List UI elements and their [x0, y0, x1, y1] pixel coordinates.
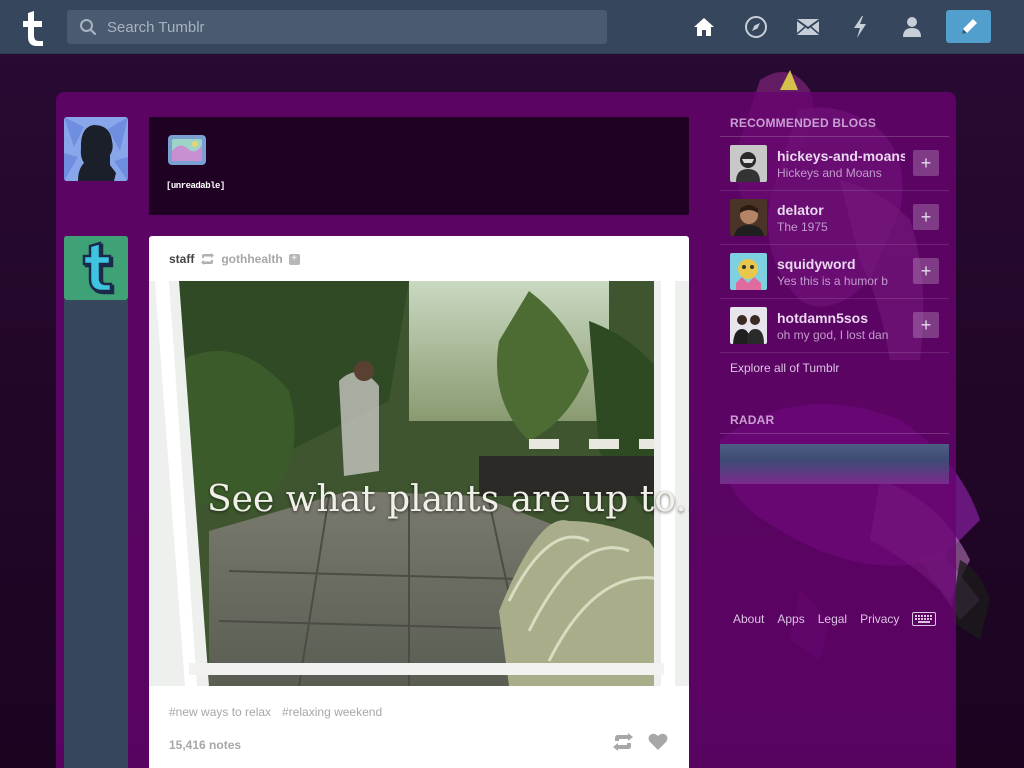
- footer-apps-link[interactable]: Apps: [777, 612, 804, 626]
- explore-compass-icon[interactable]: [730, 0, 782, 54]
- recommended-blog-item[interactable]: delator The 1975 +: [720, 191, 949, 245]
- blog-avatar[interactable]: [730, 307, 767, 344]
- staff-avatar[interactable]: [64, 236, 128, 300]
- follow-button[interactable]: +: [913, 150, 939, 176]
- top-navbar: [0, 0, 1024, 54]
- blog-name[interactable]: hickeys-and-moans: [777, 148, 905, 164]
- post-tags: #new ways to relax #relaxing weekend: [169, 705, 382, 719]
- sidebar: RECOMMENDED BLOGS hickeys-and-moans Hick…: [720, 110, 949, 484]
- recommended-blogs-list: hickeys-and-moans Hickeys and Moans + de…: [720, 137, 949, 353]
- tag-link[interactable]: #relaxing weekend: [282, 705, 382, 719]
- home-icon[interactable]: [678, 0, 730, 54]
- compose-button[interactable]: [946, 10, 991, 43]
- search-input[interactable]: [97, 10, 607, 44]
- like-heart-icon[interactable]: [648, 733, 668, 751]
- follow-button[interactable]: +: [913, 312, 939, 338]
- footer-legal-link[interactable]: Legal: [818, 612, 847, 626]
- blog-subtitle: Hickeys and Moans: [777, 165, 882, 180]
- tag-link[interactable]: #new ways to relax: [169, 705, 271, 719]
- account-person-icon[interactable]: [886, 0, 938, 54]
- follow-button[interactable]: +: [913, 258, 939, 284]
- post-source-blog[interactable]: gothhealth: [221, 252, 282, 266]
- search-icon: [80, 19, 97, 36]
- tumblr-logo[interactable]: [16, 7, 50, 47]
- blog-avatar[interactable]: [730, 199, 767, 236]
- post-form-label: [unreadable]: [166, 181, 225, 191]
- follow-plus-icon[interactable]: +: [288, 253, 300, 265]
- post-actions: [612, 733, 668, 751]
- silhouette-avatar-icon: [64, 117, 128, 181]
- search-bar[interactable]: [67, 10, 607, 44]
- footer-links: About Apps Legal Privacy: [733, 612, 937, 626]
- radar-post-image[interactable]: [720, 444, 949, 484]
- activity-lightning-icon[interactable]: [834, 0, 886, 54]
- blog-avatar[interactable]: [730, 253, 767, 290]
- footer-privacy-link[interactable]: Privacy: [860, 612, 899, 626]
- recommended-blog-item[interactable]: squidyword Yes this is a humor b +: [720, 245, 949, 299]
- post-blog-name[interactable]: staff: [169, 252, 194, 266]
- post-form[interactable]: [unreadable]: [149, 117, 689, 215]
- avatar-rail: [64, 300, 128, 768]
- blog-avatar[interactable]: [730, 145, 767, 182]
- recommended-blog-item[interactable]: hickeys-and-moans Hickeys and Moans +: [720, 137, 949, 191]
- blog-name[interactable]: hotdamn5sos: [777, 310, 905, 326]
- blog-name[interactable]: squidyword: [777, 256, 905, 272]
- inbox-mail-icon[interactable]: [782, 0, 834, 54]
- blog-subtitle: oh my god, I lost dan: [777, 327, 889, 342]
- footer-about-link[interactable]: About: [733, 612, 764, 626]
- blog-name[interactable]: delator: [777, 202, 905, 218]
- follow-button[interactable]: +: [913, 204, 939, 230]
- post-form-icon: [168, 135, 206, 165]
- tumblr-t-icon: [64, 236, 128, 300]
- radar-heading: RADAR: [720, 407, 949, 434]
- user-avatar[interactable]: [64, 117, 128, 181]
- pencil-icon: [961, 18, 977, 34]
- keyboard-icon[interactable]: [912, 612, 937, 626]
- post-caption: See what plants are up to...: [207, 479, 689, 520]
- blog-subtitle: Yes this is a humor b: [777, 273, 888, 288]
- reblog-icon: [201, 253, 215, 265]
- recommended-blogs-heading: RECOMMENDED BLOGS: [720, 110, 949, 137]
- blog-subtitle: The 1975: [777, 219, 828, 234]
- reblog-icon[interactable]: [612, 733, 634, 751]
- post-card: staff gothhealth + See what plants are u…: [149, 236, 689, 768]
- post-notes-count[interactable]: 15,416 notes: [169, 738, 241, 752]
- post-image[interactable]: See what plants are up to...: [149, 281, 689, 686]
- recommended-blog-item[interactable]: hotdamn5sos oh my god, I lost dan +: [720, 299, 949, 353]
- nav-icons: [678, 0, 938, 54]
- explore-tumblr-link[interactable]: Explore all of Tumblr: [720, 353, 949, 383]
- post-header: staff gothhealth +: [169, 252, 300, 266]
